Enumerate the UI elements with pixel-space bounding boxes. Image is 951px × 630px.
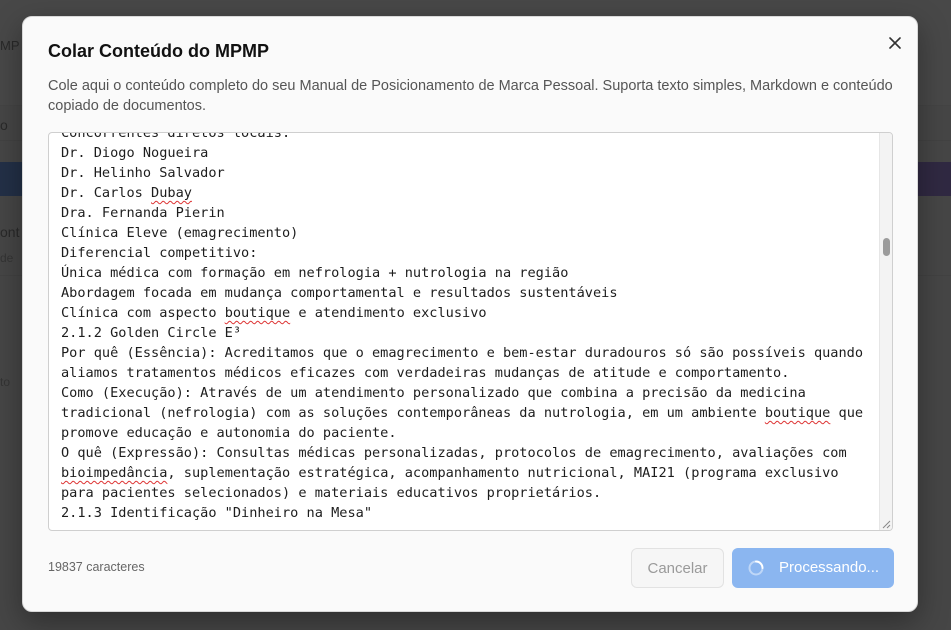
resize-handle-icon[interactable]	[881, 519, 891, 529]
paste-mpmp-dialog: Colar Conteúdo do MPMP Cole aqui o conte…	[22, 16, 918, 612]
textarea-line: Por quê (Essência): Acreditamos que o em…	[61, 345, 872, 381]
textarea-text[interactable]: Concorrentes diretos locais: Dr. Diogo No…	[61, 132, 872, 523]
spellcheck-flag: boutique	[224, 305, 291, 321]
scrollbar-thumb[interactable]	[883, 238, 890, 256]
dialog-description: Cole aqui o conteúdo completo do seu Man…	[48, 78, 893, 114]
character-count: 19837 caracteres	[48, 560, 145, 574]
close-icon	[889, 37, 901, 49]
textarea-line: Como (Execução): Através de um atendimen…	[61, 385, 872, 441]
textarea-line: 2.1.3 Identificação "Dinheiro na Mesa"	[61, 505, 372, 521]
dialog-title: Colar Conteúdo do MPMP	[48, 41, 269, 61]
spellcheck-flag: boutique	[764, 405, 831, 421]
textarea-line: Única médica com formação em nefrologia …	[61, 265, 569, 281]
textarea-scrollbar[interactable]	[879, 133, 892, 530]
processing-button[interactable]: Processando...	[732, 548, 894, 588]
mpmp-content-textarea[interactable]: Concorrentes diretos locais: Dr. Diogo No…	[48, 132, 893, 531]
textarea-line: O quê (Expressão): Consultas médicas per…	[61, 445, 855, 501]
spellcheck-flag: Dubay	[151, 185, 192, 201]
textarea-line: Dr. Carlos Dubay	[61, 185, 192, 201]
textarea-line: Abordagem focada em mudança comportament…	[61, 285, 618, 301]
close-button[interactable]	[883, 31, 907, 55]
cancel-button[interactable]: Cancelar	[631, 548, 724, 588]
spellcheck-flag: bioimpedância	[61, 465, 168, 481]
textarea-line: Clínica Eleve (emagrecimento)	[61, 225, 299, 241]
textarea-line: Concorrentes diretos locais:	[61, 132, 291, 141]
textarea-line: Dra. Fernanda Pierin	[61, 205, 225, 221]
textarea-line: Dr. Diogo Nogueira	[61, 145, 209, 161]
textarea-line: Diferencial competitivo:	[61, 245, 258, 261]
textarea-line: Clínica com aspecto boutique e atendimen…	[61, 305, 487, 321]
textarea-line: 2.1.2 Golden Circle E³	[61, 325, 242, 341]
spinner-icon	[748, 560, 764, 576]
processing-label: Processando...	[779, 559, 880, 576]
textarea-line: Dr. Helinho Salvador	[61, 165, 225, 181]
